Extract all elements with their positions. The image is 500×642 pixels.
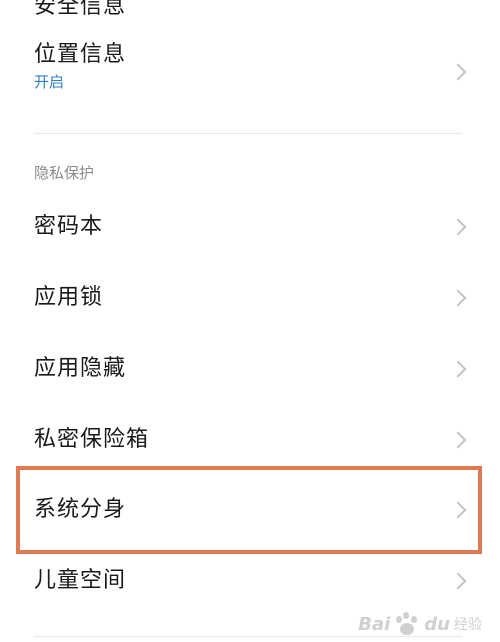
partial-row-title: 安全信息 [34,0,127,19]
location-status: 开启 [34,73,65,91]
paw-icon [394,612,420,636]
list-item-label: 儿童空间 [34,568,127,593]
location-title: 位置信息 [34,42,127,67]
highlight-box [16,466,482,554]
location-row[interactable]: 位置信息 开启 [0,40,500,104]
divider [34,133,462,134]
list-item-password-book[interactable]: 密码本 [0,207,500,247]
list-item-label: 密码本 [34,214,104,239]
watermark-suffix: 经验 [454,617,482,633]
list-item-kids-space[interactable]: 儿童空间 [0,561,500,601]
list-item-label: 应用锁 [34,285,104,310]
list-item-hide-apps[interactable]: 应用隐藏 [0,349,500,389]
list-item-app-lock[interactable]: 应用锁 [0,278,500,318]
baidu-watermark: Bai du 经验 [358,612,482,636]
list-item-label: 应用隐藏 [34,356,127,381]
watermark-brand: Bai [358,613,391,635]
watermark-brand2: du [424,613,450,635]
list-item-label: 私密保险箱 [34,427,150,452]
divider [34,636,462,637]
section-header-privacy: 隐私保护 [34,164,95,182]
list-item-private-vault[interactable]: 私密保险箱 [0,420,500,460]
